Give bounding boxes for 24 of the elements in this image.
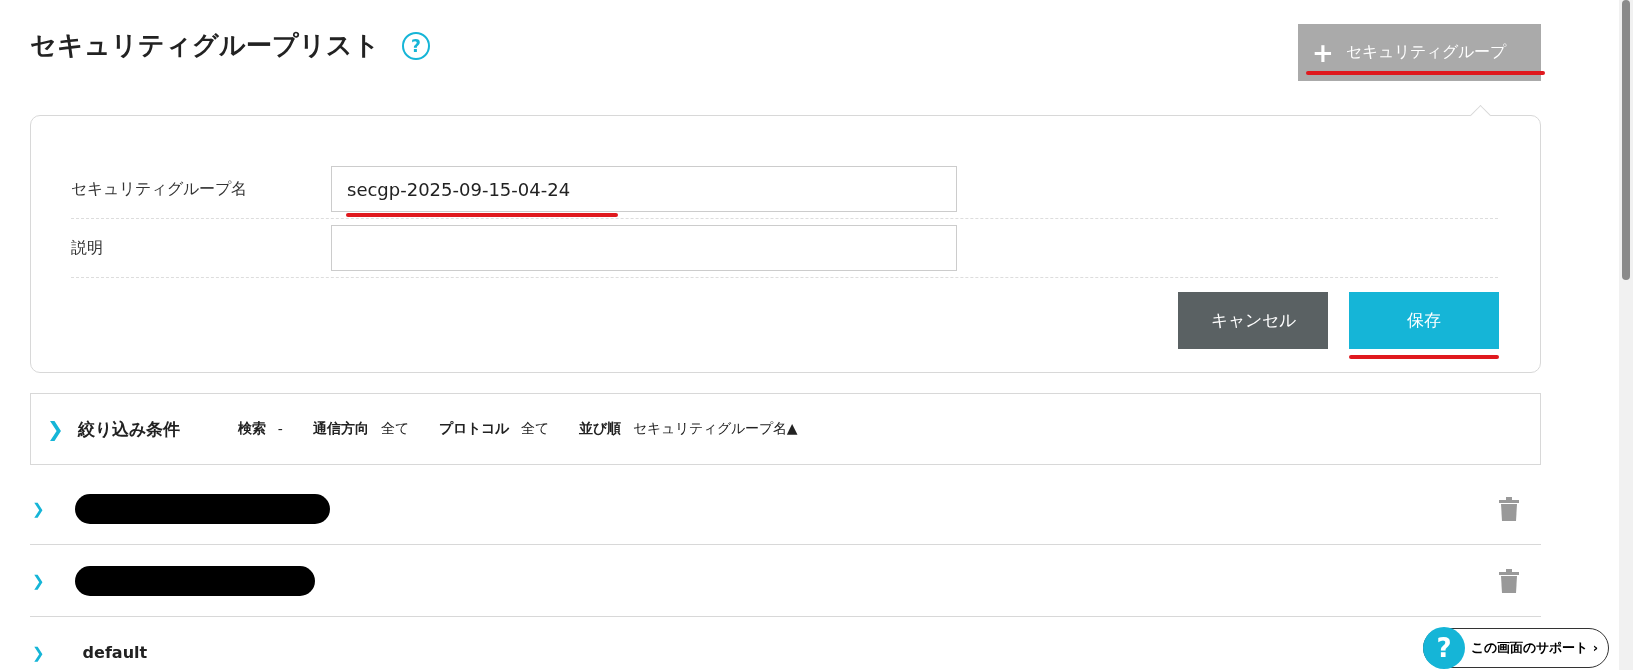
- scrollbar-thumb[interactable]: [1622, 0, 1630, 280]
- field-label: セキュリティグループ名: [71, 178, 248, 200]
- condition-value: セキュリティグループ名▲: [632, 420, 798, 438]
- cancel-button[interactable]: キャンセル: [1178, 292, 1328, 349]
- condition-value: 全て: [380, 420, 409, 438]
- page-title: セキュリティグループリスト: [30, 29, 380, 62]
- condition-label: 並び順: [578, 420, 621, 438]
- chevron-icon[interactable]: ❯: [32, 571, 45, 590]
- field-label: 説明: [71, 237, 104, 259]
- chevron-icon[interactable]: ❯: [47, 417, 64, 441]
- filter-title[interactable]: 絞り込み条件: [77, 417, 180, 441]
- condition-label: 検索: [237, 420, 266, 438]
- trash-icon[interactable]: [1499, 496, 1519, 521]
- input-field[interactable]: [331, 225, 957, 271]
- help-icon[interactable]: ?: [402, 31, 430, 60]
- chevron-icon[interactable]: ❯: [32, 499, 45, 518]
- condition-label: 通信方向: [312, 420, 369, 438]
- group-name[interactable]: default: [82, 643, 148, 662]
- chevron-icon[interactable]: ❯: [32, 643, 45, 662]
- condition-value: -: [277, 421, 283, 437]
- trash-icon[interactable]: [1499, 568, 1519, 593]
- support-button[interactable]: ? この画面のサポート ›: [1423, 628, 1609, 668]
- condition-label: プロトコル: [438, 420, 509, 438]
- condition-value: 全て: [520, 420, 549, 438]
